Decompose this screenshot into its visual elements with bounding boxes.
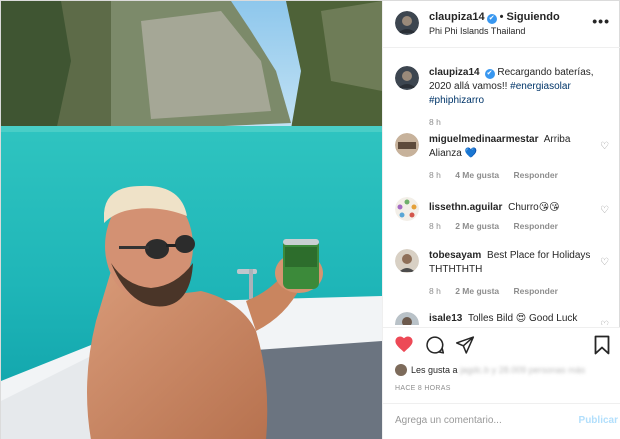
comment-bubble-icon[interactable] xyxy=(425,335,445,355)
profile-picture xyxy=(395,312,419,325)
comment-meta: 8 h 2 Me gusta Responder xyxy=(429,286,570,296)
post-sidebar: claupiza14 ✔ • Siguiendo Phi Phi Islands Th… xyxy=(382,1,620,439)
comment-body: Tolles Bild xyxy=(467,313,514,324)
post-header: claupiza14 ✔ • Siguiendo Phi Phi Islands Th… xyxy=(383,1,620,48)
profile-picture xyxy=(395,133,419,157)
comments-list[interactable]: claupiza14 ✔ Recargando baterías, 2020 al… xyxy=(383,49,620,325)
liker-avatar xyxy=(395,364,407,376)
post-actions: Les gusta a jagdc.b y 28.009 personas má… xyxy=(383,327,620,439)
comment-like-heart-icon[interactable]: ♡ xyxy=(600,141,609,152)
comment-meta: 8 h 2 Me gusta Responder xyxy=(429,221,570,231)
reply-button[interactable]: Responder xyxy=(514,170,558,180)
comment-body: Churro xyxy=(508,202,539,213)
profile-picture xyxy=(395,249,419,273)
caption-text: claupiza14 ✔ Recargando baterías, 2020 al… xyxy=(429,66,601,108)
location-link[interactable]: Phi Phi Islands Thailand xyxy=(429,26,525,36)
comment-likes-count[interactable]: 4 Me gusta xyxy=(455,170,499,180)
comment-like-heart-icon[interactable]: ♡ xyxy=(600,205,609,216)
avatar[interactable] xyxy=(395,133,419,157)
like-heart-icon[interactable] xyxy=(394,335,414,353)
header-userline: claupiza14 ✔ • Siguiendo xyxy=(429,11,560,24)
comment-emoji: 😘😘 xyxy=(538,202,560,213)
likes-summary[interactable]: Les gusta a jagdc.b y 28.009 personas má… xyxy=(395,364,585,378)
username-link[interactable]: claupiza14 xyxy=(429,11,485,23)
hashtag-link[interactable]: #phiphizarro xyxy=(429,95,484,106)
reply-button[interactable]: Responder xyxy=(514,221,558,231)
follow-status-button[interactable]: Siguiendo xyxy=(507,11,560,23)
comment-username[interactable]: lissethn.aguilar xyxy=(429,202,502,213)
avatar[interactable] xyxy=(395,197,419,221)
avatar[interactable] xyxy=(395,11,419,35)
comment-body-extra: Good Luck xyxy=(529,313,578,324)
reply-button[interactable]: Responder xyxy=(514,286,558,296)
comment-text: lissethn.aguilar Churro😘😘 xyxy=(429,201,601,215)
verified-badge-icon: ✔ xyxy=(484,69,495,79)
comment-time[interactable]: 8 h xyxy=(429,221,441,231)
comment-like-heart-icon[interactable]: ♡ xyxy=(600,257,609,268)
comment-likes-count[interactable]: 2 Me gusta xyxy=(455,221,499,231)
profile-picture xyxy=(395,66,419,90)
avatar[interactable] xyxy=(395,312,419,325)
likes-prefix: Les gusta a xyxy=(411,365,458,375)
more-options-icon[interactable]: ••• xyxy=(592,14,610,28)
comment-username[interactable]: tobesayam xyxy=(429,250,481,261)
profile-picture xyxy=(395,11,419,35)
post-timestamp[interactable]: HACE 8 HORAS xyxy=(395,385,451,392)
avatar[interactable] xyxy=(395,66,419,90)
add-comment-bar: Agrega un comentario... Publicar xyxy=(383,403,620,439)
comment-time[interactable]: 8 h xyxy=(429,286,441,296)
profile-picture xyxy=(395,197,419,221)
comment-input[interactable]: Agrega un comentario... xyxy=(395,415,502,426)
post-photo[interactable] xyxy=(1,1,382,439)
share-paper-plane-icon[interactable] xyxy=(455,335,475,355)
comment-username[interactable]: miguelmedinaarmestar xyxy=(429,134,539,145)
separator-dot: • xyxy=(499,11,504,23)
comment-like-heart-icon[interactable]: ♡ xyxy=(600,320,609,325)
comment-time[interactable]: 8 h xyxy=(429,170,441,180)
comment-text: tobesayam Best Place for Holidays THTHTH… xyxy=(429,249,601,277)
likes-names-blurred: jagdc.b y 28.009 personas más xyxy=(460,365,586,375)
comment-emoji: 😍 xyxy=(515,313,527,324)
caption-meta: 8 h xyxy=(429,117,453,127)
comment-likes-count[interactable]: 2 Me gusta xyxy=(455,286,499,296)
avatar[interactable] xyxy=(395,249,419,273)
comment-meta: 8 h 4 Me gusta Responder xyxy=(429,170,570,180)
comment-text: miguelmedinaarmestar Arriba Alianza 💙 xyxy=(429,133,601,161)
comment-username[interactable]: isale13 xyxy=(429,313,462,324)
comment-emoji: 💙 xyxy=(464,148,478,159)
hashtag-link[interactable]: #energiasolar xyxy=(510,81,571,92)
caption-username[interactable]: claupiza14 xyxy=(429,67,480,78)
verified-badge-icon: ✔ xyxy=(486,14,497,24)
bookmark-save-icon[interactable] xyxy=(594,335,610,355)
instagram-post: claupiza14 ✔ • Siguiendo Phi Phi Islands Th… xyxy=(0,0,620,439)
caption-time[interactable]: 8 h xyxy=(429,117,441,127)
post-image xyxy=(1,1,382,439)
comment-text: isale13 Tolles Bild 😍 Good Luck xyxy=(429,312,601,325)
publish-button[interactable]: Publicar xyxy=(579,415,618,426)
